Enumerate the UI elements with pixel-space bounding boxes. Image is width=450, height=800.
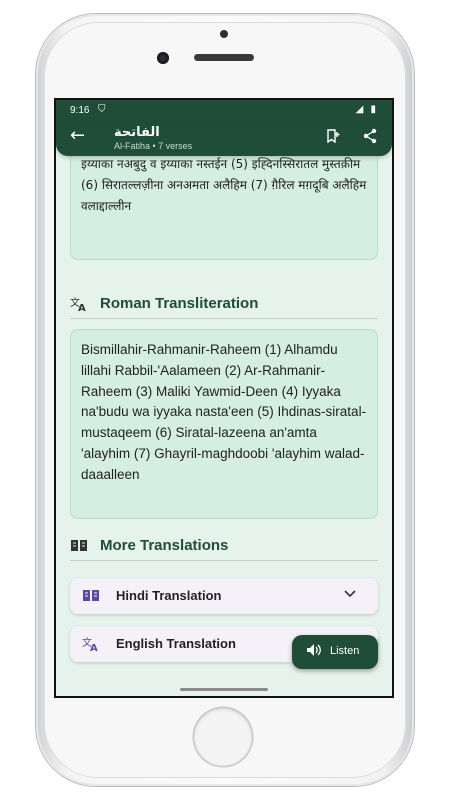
surah-subtitle: Al-Fatiha • 7 verses <box>114 141 193 151</box>
more-translations-title: More Translations <box>100 537 229 554</box>
status-bar: 9:16 ⛉ ◢ ▮ <box>56 100 392 122</box>
roman-section-title: Roman Transliteration <box>100 295 259 312</box>
shield-icon: ⛉ <box>98 104 106 115</box>
status-icons: ◢ ▮ <box>355 104 378 115</box>
listen-button[interactable]: Listen <box>292 635 378 669</box>
gesture-bar <box>180 688 268 691</box>
bookmark-add-icon[interactable] <box>326 129 340 147</box>
book-icon <box>70 538 88 556</box>
english-translation-label: English Translation <box>116 636 236 651</box>
book-icon <box>82 588 100 606</box>
back-arrow-icon[interactable]: ← <box>70 127 85 145</box>
translate-icon: 文A <box>82 636 100 656</box>
app-bar: ← الفاتحة Al-Fatiha • 7 verses <box>56 122 392 156</box>
roman-section-header: 文A Roman Transliteration <box>70 292 378 319</box>
surah-title: الفاتحة <box>114 125 160 140</box>
roman-transliteration-card: Bismillahir-Rahmanir-Raheem (1) Alhamdu … <box>70 329 378 519</box>
translate-icon: 文A <box>70 296 88 316</box>
listen-label: Listen <box>330 645 360 657</box>
app-screen: 9:16 ⛉ ◢ ▮ ← الفاتحة Al-Fatiha • 7 verse… <box>56 100 392 696</box>
hindi-translation-label: Hindi Translation <box>116 588 222 603</box>
more-translations-header: More Translations <box>70 534 378 561</box>
hindi-translation-row[interactable]: Hindi Translation <box>70 578 378 614</box>
chevron-down-icon[interactable] <box>344 588 356 601</box>
svg-text:A: A <box>78 303 86 312</box>
front-camera <box>157 52 169 64</box>
status-time: 9:16 <box>70 105 90 116</box>
speaker-icon <box>306 643 322 661</box>
svg-text:A: A <box>90 643 98 652</box>
roman-transliteration-text: Bismillahir-Rahmanir-Raheem (1) Alhamdu … <box>81 342 367 482</box>
share-icon[interactable] <box>362 128 378 148</box>
home-button[interactable] <box>194 708 252 766</box>
phone-sensor <box>220 30 228 38</box>
phone-speaker <box>194 54 254 61</box>
